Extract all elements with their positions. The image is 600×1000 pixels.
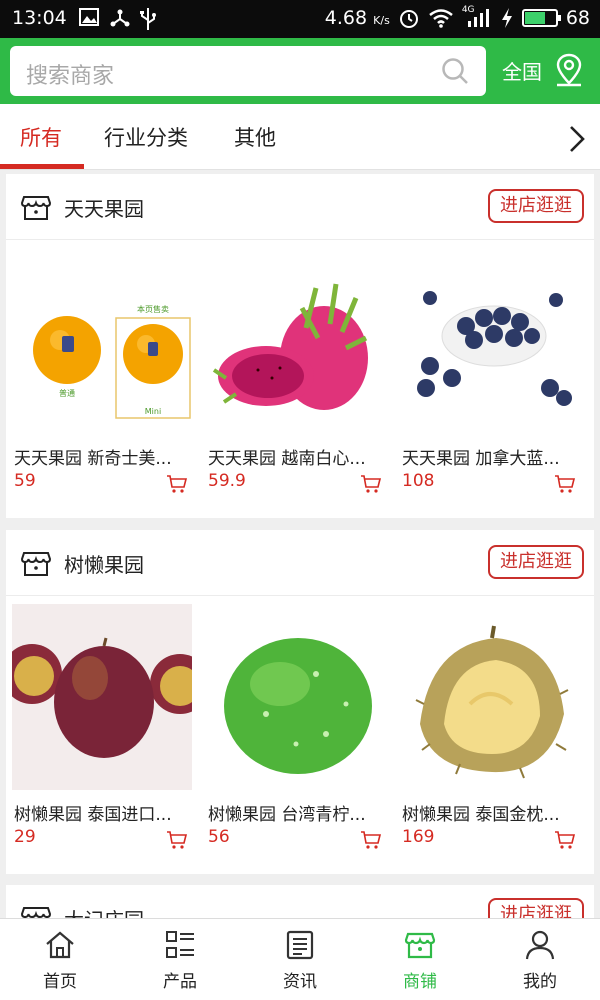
store-card: 树懒果园 进店逛逛 树懒果园 泰国进口... 29 树懒果园 台湾青柠... 5… <box>6 530 594 874</box>
profile-icon <box>525 930 555 960</box>
product-price: 169 <box>402 827 435 847</box>
product-item[interactable]: 树懒果园 台湾青柠... 56 <box>200 596 390 870</box>
news-icon <box>286 930 314 960</box>
location-pin-icon[interactable] <box>554 52 584 88</box>
orange-image: 本页售卖 普通 Mini <box>12 248 192 434</box>
search-box[interactable]: 搜索商家 <box>10 46 486 96</box>
cart-icon[interactable] <box>554 830 576 850</box>
cart-icon[interactable] <box>360 474 382 494</box>
top-bar: 搜索商家 全国 <box>0 38 600 104</box>
product-title: 树懒果园 泰国金枕... <box>402 805 560 825</box>
product-price: 59.9 <box>208 471 246 491</box>
charging-icon <box>501 8 512 28</box>
status-bar: 13:04 4.68 K/s 4G 68 <box>0 0 600 38</box>
region-selector[interactable]: 全国 <box>502 56 542 85</box>
signal-icon: 4G <box>462 5 492 29</box>
lime-image <box>206 604 386 790</box>
image-text-right: Mini <box>145 407 161 416</box>
nav-home[interactable]: 首页 <box>0 919 120 1000</box>
store-header: 树懒果园 进店逛逛 <box>6 530 594 596</box>
usb-icon <box>140 8 156 30</box>
visit-store-button[interactable]: 进店逛逛 <box>488 545 584 579</box>
store-name: 树懒果园 <box>64 553 144 577</box>
cart-icon[interactable] <box>360 830 382 850</box>
cart-icon[interactable] <box>166 474 188 494</box>
nav-label: 首页 <box>43 972 77 992</box>
tab-other[interactable]: 其他 <box>234 122 276 152</box>
blueberry-image <box>400 248 580 434</box>
nav-profile[interactable]: 我的 <box>480 919 600 1000</box>
product-title: 天天果园 新奇士美... <box>14 449 172 469</box>
alarm-icon <box>399 10 418 28</box>
passion-fruit-image <box>12 604 192 790</box>
bottom-nav: 首页 产品 资讯 商铺 我的 <box>0 918 600 1000</box>
product-price: 59 <box>14 471 36 491</box>
product-price: 29 <box>14 827 36 847</box>
product-item[interactable]: 本页售卖 普通 Mini 天天果园 新奇士美... 59 <box>6 240 196 514</box>
nav-stores[interactable]: 商铺 <box>360 919 480 1000</box>
product-item[interactable]: 天天果园 加拿大蓝... 108 <box>394 240 584 514</box>
usb-share-icon <box>110 9 130 27</box>
nav-label: 商铺 <box>403 972 437 992</box>
search-icon[interactable] <box>440 56 470 86</box>
nav-label: 产品 <box>163 972 197 992</box>
category-tabs: 所有 行业分类 其他 <box>0 104 600 170</box>
wifi-icon <box>429 9 453 28</box>
product-price: 56 <box>208 827 230 847</box>
product-price: 108 <box>402 471 435 491</box>
product-title: 天天果园 加拿大蓝... <box>402 449 560 469</box>
search-placeholder: 搜索商家 <box>26 64 115 89</box>
store-card: 天天果园 进店逛逛 本页售卖 普通 Mini 天天果园 新奇士美... 59 天… <box>6 174 594 518</box>
store-icon <box>20 552 52 576</box>
cart-icon[interactable] <box>166 830 188 850</box>
status-time: 13:04 <box>12 7 67 29</box>
cart-icon[interactable] <box>554 474 576 494</box>
durian-image <box>400 604 580 790</box>
image-icon <box>79 8 99 26</box>
product-list-icon <box>166 931 194 958</box>
store-icon <box>20 196 52 220</box>
visit-store-button[interactable]: 进店逛逛 <box>488 189 584 223</box>
image-text-top: 本页售卖 <box>137 304 169 314</box>
product-item[interactable]: 天天果园 越南白心... 59.9 <box>200 240 390 514</box>
product-row: 树懒果园 泰国进口... 29 树懒果园 台湾青柠... 56 树懒果园 泰国金… <box>6 596 594 870</box>
product-title: 树懒果园 泰国进口... <box>14 805 172 825</box>
store-icon <box>404 932 436 959</box>
product-title: 天天果园 越南白心... <box>208 449 366 469</box>
tab-industry[interactable]: 行业分类 <box>104 122 188 152</box>
dragon-fruit-image <box>206 248 386 434</box>
tab-all[interactable]: 所有 <box>20 122 62 152</box>
store-name: 天天果园 <box>64 197 144 221</box>
nav-label: 我的 <box>523 972 557 992</box>
network-speed: 4.68 K/s <box>324 7 390 29</box>
store-header: 天天果园 进店逛逛 <box>6 174 594 240</box>
nav-news[interactable]: 资讯 <box>240 919 360 1000</box>
home-icon <box>46 931 74 959</box>
tab-active-indicator <box>0 164 84 169</box>
chevron-right-icon[interactable] <box>566 124 588 154</box>
image-text-left: 普通 <box>59 388 75 398</box>
product-title: 树懒果园 台湾青柠... <box>208 805 366 825</box>
product-item[interactable]: 树懒果园 泰国进口... 29 <box>6 596 196 870</box>
battery-percent: 68 <box>565 7 590 29</box>
product-item[interactable]: 树懒果园 泰国金枕... 169 <box>394 596 584 870</box>
nav-label: 资讯 <box>283 972 317 992</box>
nav-products[interactable]: 产品 <box>120 919 240 1000</box>
battery-icon <box>521 9 561 27</box>
product-row: 本页售卖 普通 Mini 天天果园 新奇士美... 59 天天果园 越南白心..… <box>6 240 594 514</box>
